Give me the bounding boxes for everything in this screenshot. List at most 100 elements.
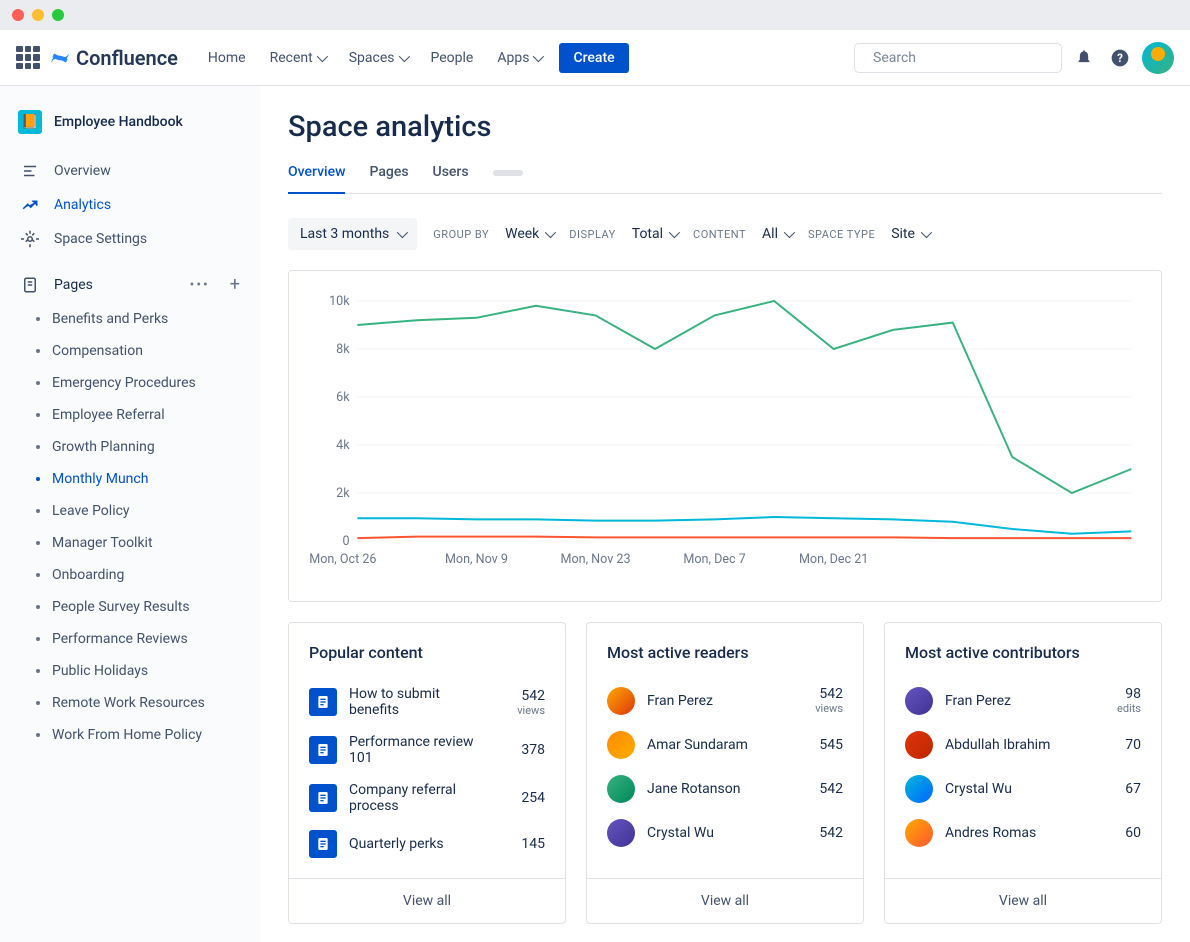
tab-pages[interactable]: Pages xyxy=(369,164,408,193)
page-tree: Benefits and PerksCompensation Emergency … xyxy=(8,303,252,751)
more-icon[interactable]: ••• xyxy=(190,277,210,293)
page-item[interactable]: Leave Policy xyxy=(24,495,252,527)
list-item[interactable]: Abdullah Ibrahim70 xyxy=(905,723,1141,767)
close-window-button[interactable] xyxy=(12,9,24,21)
page-title: Space analytics xyxy=(288,110,1162,144)
list-item[interactable]: Company referral process254 xyxy=(309,774,545,822)
readers-view-all[interactable]: View all xyxy=(587,878,863,923)
add-page-icon[interactable]: + xyxy=(230,274,240,295)
page-item[interactable]: Performance Reviews xyxy=(24,623,252,655)
list-item[interactable]: Amar Sundaram545 xyxy=(607,723,843,767)
bullet-icon xyxy=(36,605,40,609)
page-item[interactable]: Employee Referral xyxy=(24,399,252,431)
space-header[interactable]: 📙 Employee Handbook xyxy=(8,106,252,154)
nav-people[interactable]: People xyxy=(421,44,484,72)
nav-recent[interactable]: Recent xyxy=(260,44,335,72)
sidebar-overview[interactable]: Overview xyxy=(8,154,252,188)
nav-apps[interactable]: Apps xyxy=(487,44,551,72)
svg-text:Mon, Nov 9: Mon, Nov 9 xyxy=(445,552,508,567)
item-name: Fran Perez xyxy=(647,693,791,709)
content-value: All xyxy=(762,226,778,242)
overview-icon xyxy=(20,162,40,180)
item-value: 542 xyxy=(505,688,545,704)
list-item[interactable]: Andres Romas60 xyxy=(905,811,1141,855)
groupby-label: GROUP BY xyxy=(433,228,489,241)
timerange-selector[interactable]: Last 3 months xyxy=(288,218,417,250)
list-item[interactable]: Fran Perez98edits xyxy=(905,678,1141,723)
list-item[interactable]: Crystal Wu542 xyxy=(607,811,843,855)
bullet-icon xyxy=(36,733,40,737)
chevron-down-icon xyxy=(398,50,409,61)
popular-view-all[interactable]: View all xyxy=(289,878,565,923)
list-item[interactable]: Jane Rotanson542 xyxy=(607,767,843,811)
spacetype-value: Site xyxy=(891,226,915,242)
confluence-logo[interactable]: Confluence xyxy=(48,46,178,70)
minimize-window-button[interactable] xyxy=(32,9,44,21)
create-button[interactable]: Create xyxy=(559,43,628,73)
list-item[interactable]: Performance review 101378 xyxy=(309,726,545,774)
search-input[interactable] xyxy=(873,50,1051,66)
tab-overview[interactable]: Overview xyxy=(288,164,345,194)
svg-text:Mon, Oct 26: Mon, Oct 26 xyxy=(309,552,376,567)
sidebar-settings[interactable]: Space Settings xyxy=(8,222,252,256)
item-name: Andres Romas xyxy=(945,825,1089,841)
item-name: Company referral process xyxy=(349,782,493,814)
user-avatar xyxy=(905,775,933,803)
page-item[interactable]: People Survey Results xyxy=(24,591,252,623)
item-unit: views xyxy=(505,704,545,717)
tab-users[interactable]: Users xyxy=(433,164,469,193)
bullet-icon xyxy=(36,637,40,641)
bullet-icon xyxy=(36,381,40,385)
item-name: Crystal Wu xyxy=(647,825,791,841)
item-value: 545 xyxy=(803,737,843,753)
spacetype-selector[interactable]: Site xyxy=(891,226,929,242)
page-item[interactable]: Benefits and Perks xyxy=(24,303,252,335)
page-item[interactable]: Emergency Procedures xyxy=(24,367,252,399)
app-switcher-icon[interactable] xyxy=(16,46,40,70)
list-item[interactable]: Quarterly perks145 xyxy=(309,822,545,866)
chart-area: 02k4k6k8k10kMon, Oct 26Mon, Nov 9Mon, No… xyxy=(309,291,1141,581)
sidebar-pages-header[interactable]: Pages ••• + xyxy=(8,256,252,303)
help-icon[interactable]: ? xyxy=(1106,44,1134,72)
page-item[interactable]: Manager Toolkit xyxy=(24,527,252,559)
page-icon xyxy=(309,736,337,764)
pages-icon xyxy=(20,276,40,294)
list-item[interactable]: Fran Perez542views xyxy=(607,678,843,723)
nav-links: Home Recent Spaces People Apps xyxy=(198,44,552,72)
page-item[interactable]: Work From Home Policy xyxy=(24,719,252,751)
list-item[interactable]: How to submit benefits542views xyxy=(309,678,545,726)
page-item[interactable]: Public Holidays xyxy=(24,655,252,687)
sidebar-overview-label: Overview xyxy=(54,163,111,179)
page-item[interactable]: Monthly Munch xyxy=(24,463,252,495)
page-item[interactable]: Remote Work Resources xyxy=(24,687,252,719)
user-avatar[interactable] xyxy=(1142,42,1174,74)
nav-spaces[interactable]: Spaces xyxy=(339,44,417,72)
bullet-icon xyxy=(36,349,40,353)
bullet-icon xyxy=(36,573,40,577)
page-item-label: Leave Policy xyxy=(52,503,130,519)
contributors-title: Most active contributors xyxy=(905,643,1141,662)
page-item[interactable]: Onboarding xyxy=(24,559,252,591)
groupby-selector[interactable]: Week xyxy=(505,226,553,242)
chevron-down-icon xyxy=(397,227,408,238)
page-item[interactable]: Growth Planning xyxy=(24,431,252,463)
contributors-view-all[interactable]: View all xyxy=(885,878,1161,923)
page-item-label: Performance Reviews xyxy=(52,631,188,647)
page-item-label: Emergency Procedures xyxy=(52,375,196,391)
page-item-label: Onboarding xyxy=(52,567,124,583)
list-item[interactable]: Crystal Wu67 xyxy=(905,767,1141,811)
notifications-icon[interactable] xyxy=(1070,44,1098,72)
content-selector[interactable]: All xyxy=(762,226,792,242)
brand-name: Confluence xyxy=(76,46,178,70)
sidebar-analytics[interactable]: Analytics xyxy=(8,188,252,222)
space-name: Employee Handbook xyxy=(54,114,183,130)
search-box[interactable] xyxy=(854,43,1062,73)
bullet-icon xyxy=(36,669,40,673)
page-item[interactable]: Compensation xyxy=(24,335,252,367)
svg-text:Mon, Dec 21: Mon, Dec 21 xyxy=(799,552,868,567)
display-selector[interactable]: Total xyxy=(632,226,677,242)
nav-home[interactable]: Home xyxy=(198,44,256,72)
maximize-window-button[interactable] xyxy=(52,9,64,21)
item-name: Quarterly perks xyxy=(349,836,493,852)
user-avatar xyxy=(607,775,635,803)
